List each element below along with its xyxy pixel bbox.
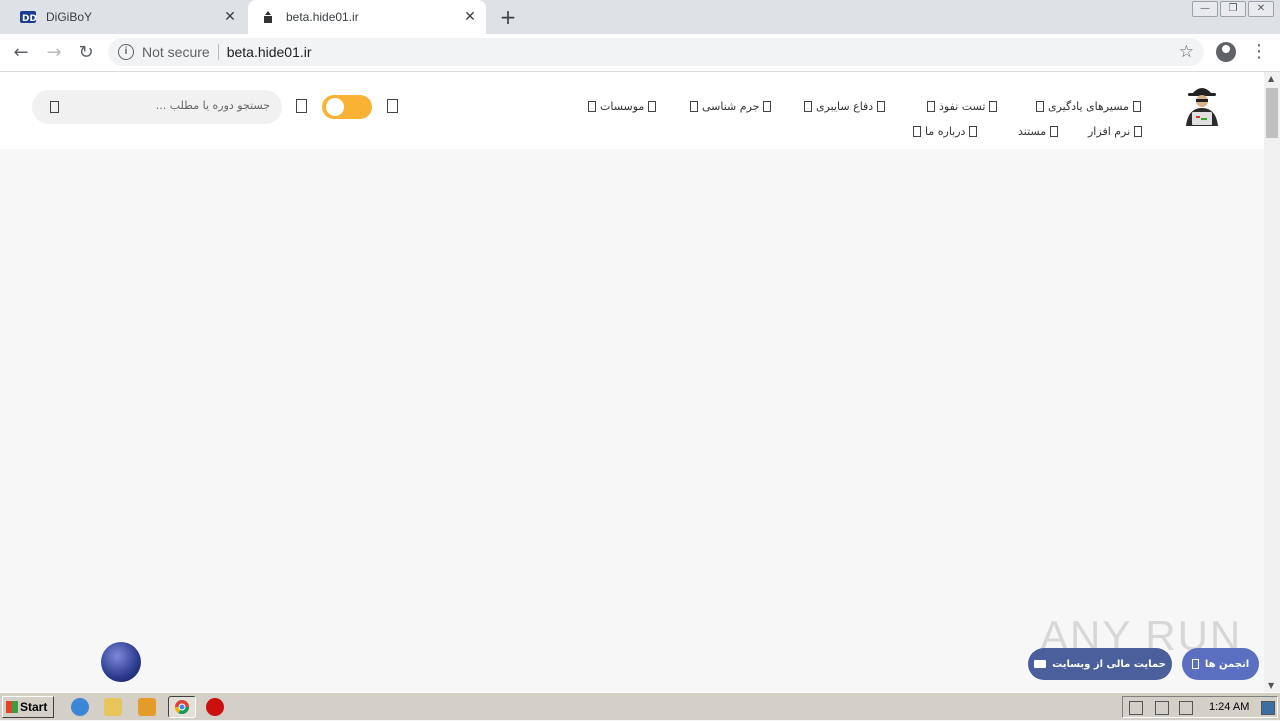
address-bar[interactable]: i Not secure beta.hide01.ir ☆ — [108, 38, 1204, 66]
start-button[interactable]: Start — [2, 696, 54, 718]
clock[interactable]: 1:24 AM — [1209, 701, 1249, 713]
chevron-down-icon — [927, 101, 935, 112]
nav-software[interactable]: نرم افزار — [1088, 125, 1143, 138]
address-separator — [217, 44, 219, 60]
site-header: مسیرهای یادگیری تست نفوذ دفاع سایبری جرم… — [0, 72, 1264, 149]
digiboy-favicon-icon: DD — [20, 9, 36, 25]
scroll-up-icon[interactable]: ▲ — [1268, 74, 1274, 83]
nav-institutes[interactable]: موسسات — [588, 100, 657, 113]
tab-title: DiGiBoY — [46, 10, 93, 24]
scroll-thumb[interactable] — [1266, 88, 1278, 138]
nav-icon — [1050, 126, 1059, 137]
bookmark-star-icon[interactable]: ☆ — [1179, 42, 1194, 62]
security-label: Not secure — [142, 44, 210, 60]
globe-icon[interactable] — [101, 642, 141, 682]
profile-avatar-icon[interactable] — [1216, 42, 1236, 62]
nav-learning-paths[interactable]: مسیرهای یادگیری — [1036, 100, 1141, 113]
flag-icon[interactable] — [1179, 701, 1193, 715]
volume-icon[interactable] — [1129, 701, 1143, 715]
browser-menu-icon[interactable]: ⋮ — [1250, 42, 1268, 64]
nav-label: مسیرهای یادگیری — [1048, 100, 1129, 113]
web-page: مسیرهای یادگیری تست نفوذ دفاع سایبری جرم… — [0, 72, 1264, 692]
media-player-icon[interactable] — [138, 698, 156, 716]
nav-icon — [1134, 126, 1143, 137]
nav-cyber-defense[interactable]: دفاع سایبری — [804, 100, 886, 113]
info-icon[interactable]: i — [118, 44, 134, 60]
nav-forensics[interactable]: جرم شناسی — [690, 100, 772, 113]
system-tray: 1:24 AM — [1122, 696, 1278, 718]
nav-label: مستند — [1018, 125, 1047, 138]
nav-icon — [763, 101, 772, 112]
url-text[interactable]: beta.hide01.ir — [227, 44, 312, 60]
search-icon[interactable] — [50, 101, 59, 113]
donate-label: حمایت مالی از وبسایت — [1052, 658, 1166, 670]
scroll-down-icon[interactable]: ▼ — [1268, 681, 1274, 690]
explorer-icon[interactable] — [104, 698, 122, 716]
forward-arrow-icon[interactable]: → — [43, 42, 65, 64]
new-tab-button[interactable]: + — [498, 7, 518, 27]
card-icon — [1034, 660, 1047, 668]
page-scrollbar[interactable]: ▲ ▼ — [1264, 72, 1280, 692]
chevron-down-icon — [804, 101, 812, 112]
start-label: Start — [20, 700, 48, 714]
chat-icon — [1191, 659, 1199, 669]
taskbar: Start 1:24 AM — [0, 692, 1280, 720]
nav-documentary[interactable]: مستند — [1018, 125, 1059, 138]
nav-pentest[interactable]: تست نفوذ — [927, 100, 998, 113]
windows-flag-icon — [6, 701, 18, 713]
browser-toolbar: ← → ↻ i Not secure beta.hide01.ir ☆ ⋮ — [0, 34, 1280, 72]
chrome-icon — [175, 700, 189, 714]
nav-icon — [969, 126, 978, 137]
nav-label: تست نفوذ — [939, 100, 986, 113]
network-icon[interactable] — [1155, 701, 1169, 715]
restore-icon[interactable]: ❐ — [1220, 1, 1246, 17]
tab-title: beta.hide01.ir — [286, 10, 359, 24]
nav-icon — [1132, 101, 1141, 112]
chevron-down-icon — [690, 101, 698, 112]
chrome-taskbar-button[interactable] — [168, 696, 196, 718]
chevron-down-icon — [1036, 101, 1044, 112]
tab-beta-hide01[interactable]: beta.hide01.ir ✕ — [248, 0, 486, 34]
cart-icon[interactable] — [296, 99, 307, 113]
nav-label: دفاع سایبری — [816, 100, 874, 113]
back-arrow-icon[interactable]: ← — [10, 42, 32, 64]
svg-text:DD: DD — [22, 14, 36, 23]
search-input[interactable]: جستجو دوره یا مطلب ... — [32, 90, 282, 124]
tab-strip: DD DiGiBoY ✕ beta.hide01.ir ✕ + — ❐ ✕ — [0, 0, 1280, 34]
nav-icon — [989, 101, 998, 112]
nav-label: درباره ما — [925, 125, 966, 138]
search-placeholder: جستجو دوره یا مطلب ... — [155, 99, 270, 112]
chevron-down-icon — [588, 101, 596, 112]
theme-toggle[interactable] — [322, 95, 372, 119]
forums-button[interactable]: انجمن ها — [1182, 648, 1259, 680]
info-icon — [913, 126, 921, 137]
show-desktop-icon[interactable] — [1261, 701, 1275, 715]
ie-icon[interactable] — [71, 698, 89, 716]
donate-button[interactable]: حمایت مالی از وبسایت — [1028, 648, 1172, 680]
nav-label: نرم افزار — [1088, 125, 1131, 138]
reload-icon[interactable]: ↻ — [75, 42, 97, 64]
nav-label: موسسات — [600, 100, 645, 113]
close-window-icon[interactable]: ✕ — [1248, 1, 1274, 17]
nav-icon — [648, 101, 657, 112]
tab-close-icon[interactable]: ✕ — [222, 9, 238, 25]
stop-icon[interactable] — [206, 698, 224, 716]
nav-icon — [877, 101, 886, 112]
hacker-favicon-icon — [260, 9, 276, 25]
nav-about[interactable]: درباره ما — [913, 125, 978, 138]
tab-close-icon[interactable]: ✕ — [462, 9, 478, 25]
minimize-icon[interactable]: — — [1192, 1, 1218, 17]
nav-label: جرم شناسی — [702, 100, 760, 113]
hacker-logo-icon[interactable] — [1180, 80, 1224, 128]
window-controls: — ❐ ✕ — [1180, 0, 1280, 20]
forums-label: انجمن ها — [1204, 658, 1250, 670]
tab-digiboy[interactable]: DD DiGiBoY ✕ — [8, 0, 246, 34]
user-icon[interactable] — [387, 99, 398, 113]
